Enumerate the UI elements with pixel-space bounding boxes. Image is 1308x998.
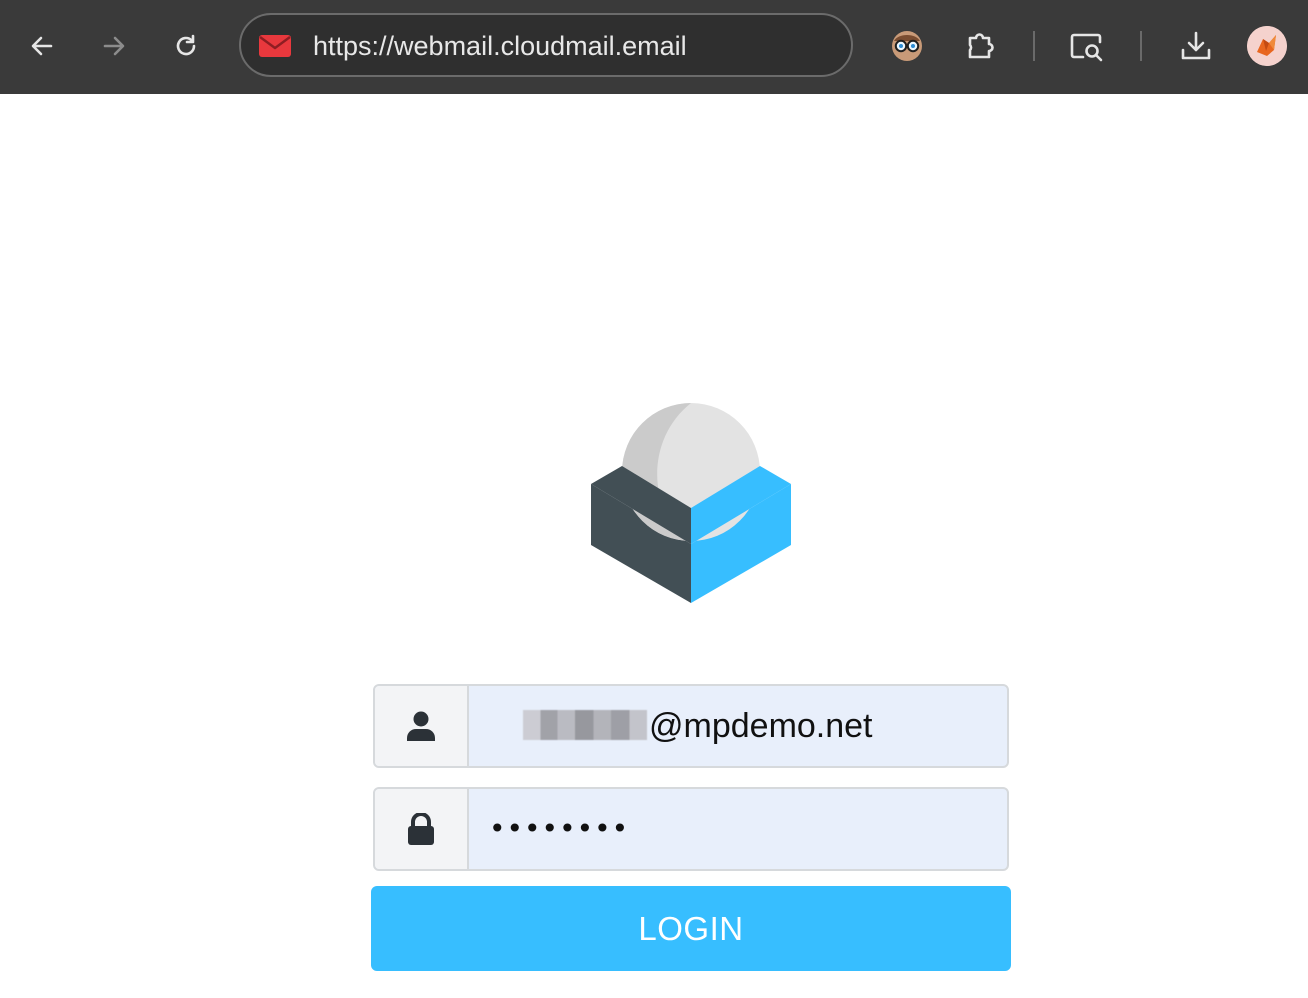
password-input[interactable]: •••••••• — [489, 789, 629, 869]
screen-search-icon — [1070, 33, 1103, 62]
downloads-button[interactable] — [1173, 23, 1219, 69]
back-button[interactable] — [19, 23, 65, 69]
profile-avatar-button[interactable] — [1247, 26, 1287, 66]
profile-avatar-icon — [1247, 26, 1287, 66]
username-domain: @mpdemo.net — [649, 707, 873, 745]
reload-button[interactable] — [163, 23, 209, 69]
reload-icon — [176, 34, 196, 56]
arrow-left-icon — [31, 36, 53, 56]
lock-icon — [408, 813, 434, 845]
roundcube-logo — [591, 403, 791, 603]
download-icon — [1181, 31, 1211, 60]
address-url[interactable]: https://webmail.cloudmail.email — [313, 29, 687, 63]
extension-glasses-button[interactable] — [884, 23, 930, 69]
redacted-username — [523, 710, 647, 740]
toolbar-divider — [1140, 31, 1142, 61]
extensions-button[interactable] — [958, 23, 1004, 69]
login-button[interactable]: LOGIN — [371, 886, 1011, 971]
forward-button[interactable] — [91, 23, 137, 69]
browser-toolbar: https://webmail.cloudmail.email — [0, 0, 1308, 94]
mail-envelope-icon — [259, 35, 291, 57]
username-input[interactable]: @mpdemo.net — [523, 686, 873, 766]
arrow-right-icon — [103, 36, 125, 56]
username-addon — [375, 686, 469, 766]
address-bar[interactable]: https://webmail.cloudmail.email — [239, 13, 853, 77]
puzzle-piece-icon — [968, 33, 994, 59]
toolbar-divider — [1033, 31, 1035, 61]
password-addon — [375, 789, 469, 869]
password-field[interactable]: •••••••• — [373, 787, 1009, 871]
user-icon — [407, 711, 435, 741]
glasses-face-icon — [892, 31, 922, 61]
username-field[interactable]: @mpdemo.net — [373, 684, 1009, 768]
screen-search-button[interactable] — [1064, 23, 1110, 69]
